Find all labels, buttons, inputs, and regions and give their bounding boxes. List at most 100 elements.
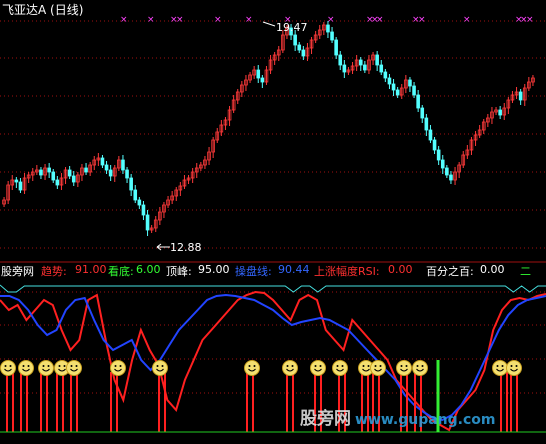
candle-body bbox=[334, 39, 338, 56]
operate-label: 操盘线: bbox=[235, 265, 272, 278]
candle-body bbox=[358, 59, 363, 66]
candle-body bbox=[145, 214, 150, 231]
candle-body bbox=[387, 77, 392, 85]
low-price-label: 12.88 bbox=[170, 241, 202, 254]
candle-body bbox=[408, 79, 412, 87]
watermark: 股旁网 www.gupang.com bbox=[300, 404, 496, 429]
candle-body bbox=[375, 54, 379, 66]
candle-body bbox=[428, 129, 433, 141]
smiley-signals bbox=[0, 360, 522, 376]
signal-marker-icon: × bbox=[376, 15, 384, 25]
smiley-icon bbox=[152, 360, 168, 376]
candle-body bbox=[47, 167, 51, 173]
signal-marker-icon: × bbox=[526, 15, 534, 25]
candle-body bbox=[104, 164, 109, 171]
candle-body bbox=[342, 64, 347, 73]
candle-body bbox=[100, 157, 105, 166]
candlestick-series bbox=[2, 21, 535, 236]
percent-label: 百分之百: bbox=[426, 265, 474, 278]
candle-body bbox=[125, 169, 129, 179]
smiley-icon bbox=[110, 360, 126, 376]
signal-marker-icon: × bbox=[418, 15, 426, 25]
bottom-value: 6.00 bbox=[136, 263, 161, 276]
candle-body bbox=[108, 169, 113, 177]
candle-body bbox=[129, 177, 133, 191]
candle-body bbox=[256, 69, 261, 79]
candle-body bbox=[436, 149, 441, 161]
smiley-icon bbox=[310, 360, 326, 376]
high-annotation: 19.47 bbox=[262, 21, 308, 34]
smiley-icon bbox=[0, 360, 16, 376]
candle-body bbox=[518, 91, 523, 101]
candle-body bbox=[260, 77, 265, 83]
candle-body bbox=[440, 159, 445, 169]
signal-marker-icon: × bbox=[245, 15, 253, 25]
candle-body bbox=[67, 169, 72, 177]
candle-body bbox=[420, 107, 425, 119]
smiley-icon bbox=[412, 360, 428, 376]
candle-body bbox=[71, 175, 76, 183]
trend-label: 趋势: bbox=[41, 265, 67, 278]
signal-marker-icon: × bbox=[176, 15, 184, 25]
trend-value: 91.00 bbox=[75, 263, 107, 276]
smiley-icon bbox=[66, 360, 82, 376]
peak-value: 95.00 bbox=[198, 263, 230, 276]
smiley-icon bbox=[396, 360, 412, 376]
percent-value: 0.00 bbox=[480, 263, 505, 276]
signal-marker-icon: × bbox=[147, 15, 155, 25]
candle-body bbox=[326, 24, 330, 33]
indicator-name: 股旁网 bbox=[1, 265, 34, 278]
candle-body bbox=[445, 167, 449, 176]
candle-body bbox=[301, 49, 306, 57]
candle-body bbox=[39, 169, 43, 176]
rsi-label: 上涨幅度RSI: bbox=[314, 265, 380, 278]
smiley-icon bbox=[332, 360, 348, 376]
signal-marker-icon: × bbox=[463, 15, 471, 25]
indicator-legend: 股旁网 趋势: 91.00 看底: 6.00 顶峰: 95.00 操盘线: 90… bbox=[0, 262, 546, 278]
bottom-label: 看底: bbox=[108, 265, 134, 278]
candle-body bbox=[293, 34, 297, 46]
smiley-icon bbox=[282, 360, 298, 376]
candle-body bbox=[379, 64, 384, 73]
smiley-icon bbox=[370, 360, 386, 376]
candle-body bbox=[432, 139, 437, 151]
candle-body bbox=[412, 85, 416, 96]
candle-body bbox=[18, 181, 23, 191]
candle-body bbox=[55, 179, 60, 186]
smiley-icon bbox=[18, 360, 34, 376]
rsi-value: 0.00 bbox=[388, 263, 413, 276]
chart-canvas: × × ×× × × × × ××× ×× × ××× 19.47 12.88 bbox=[0, 15, 546, 433]
candle-body bbox=[383, 71, 388, 79]
candle-body bbox=[498, 109, 502, 116]
smiley-icon bbox=[506, 360, 522, 376]
peak-signal-line bbox=[0, 284, 546, 293]
smiley-icon bbox=[38, 360, 54, 376]
watermark-site: www.gupang.com bbox=[355, 412, 496, 428]
candle-body bbox=[391, 83, 396, 91]
candle-body bbox=[121, 159, 125, 171]
candle-body bbox=[416, 94, 420, 109]
candle-body bbox=[330, 31, 334, 41]
indicator-flag-icon: ⼆ bbox=[520, 265, 531, 278]
candle-body bbox=[84, 167, 88, 173]
signal-marker-icon: × bbox=[214, 15, 222, 25]
candle-body bbox=[141, 204, 146, 216]
candle-body bbox=[424, 117, 429, 131]
candle-body bbox=[449, 174, 453, 181]
candle-body bbox=[363, 64, 367, 71]
operate-line bbox=[0, 293, 546, 422]
candle-body bbox=[14, 179, 19, 183]
signal-marker-icon: × bbox=[120, 15, 128, 25]
operate-value: 90.44 bbox=[278, 263, 310, 276]
candle-body bbox=[51, 171, 56, 181]
candle-body bbox=[137, 199, 142, 206]
candle-body bbox=[297, 44, 302, 51]
candle-body bbox=[395, 89, 400, 96]
high-price-label: 19.47 bbox=[276, 21, 308, 34]
signal-markers: × × ×× × × × × ××× ×× × ××× bbox=[120, 15, 534, 25]
smiley-icon bbox=[492, 360, 508, 376]
low-annotation: 12.88 bbox=[156, 241, 202, 254]
indicator-grid bbox=[0, 291, 546, 394]
candle-body bbox=[338, 54, 343, 66]
candle-body bbox=[133, 189, 138, 201]
